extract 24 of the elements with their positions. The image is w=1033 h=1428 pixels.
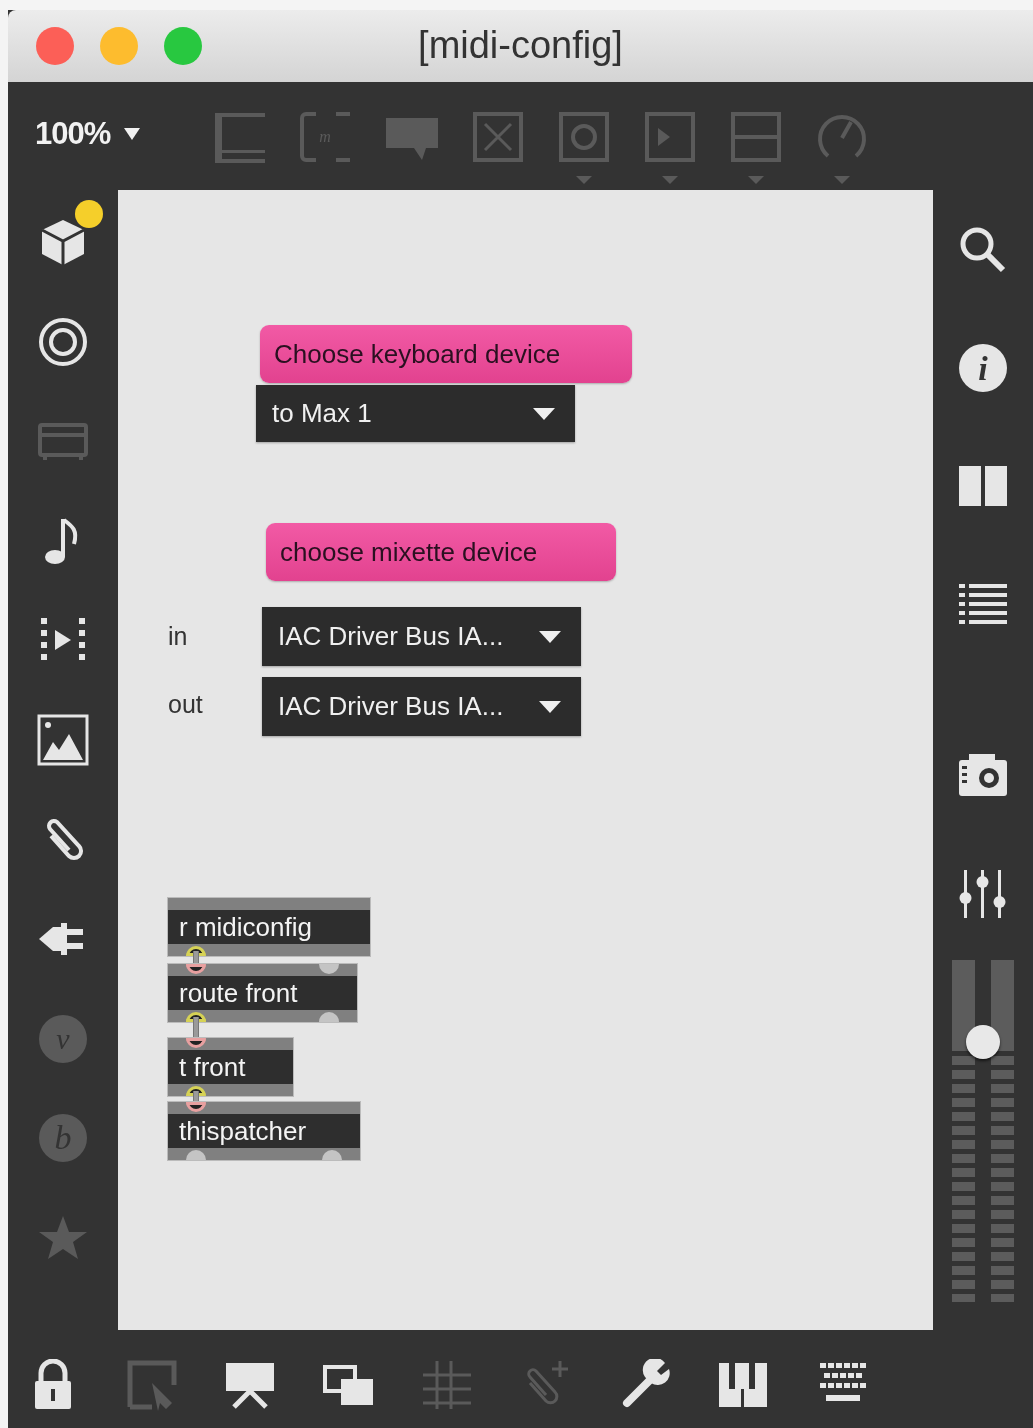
info-icon[interactable]: i bbox=[957, 342, 1009, 394]
window-title: [midi-config] bbox=[418, 24, 623, 66]
inlet-port[interactable] bbox=[186, 964, 206, 974]
caret-icon bbox=[533, 407, 555, 420]
target-icon[interactable] bbox=[37, 315, 89, 368]
object-box[interactable]: r midiconfig bbox=[167, 897, 371, 957]
object-box[interactable]: t front bbox=[167, 1037, 294, 1097]
message-button[interactable]: choose mixette device bbox=[266, 523, 616, 581]
caret-icon bbox=[539, 630, 561, 643]
caret-icon bbox=[124, 128, 141, 140]
inlet-port[interactable] bbox=[186, 1038, 206, 1048]
message-button[interactable]: Choose keyboard device bbox=[260, 325, 632, 383]
dropdown-menu[interactable]: to Max 1 bbox=[256, 385, 575, 442]
object-box[interactable]: route front bbox=[167, 963, 358, 1023]
caret-icon bbox=[539, 700, 561, 713]
image-icon[interactable] bbox=[37, 713, 89, 766]
comment-label: in bbox=[168, 622, 188, 651]
zoom-menu[interactable]: 100% bbox=[35, 110, 212, 158]
volume-slider[interactable] bbox=[952, 960, 1014, 1302]
dropdown-menu[interactable]: IAC Driver Bus IA... bbox=[262, 677, 581, 736]
comment-label: out bbox=[168, 690, 203, 719]
object-box[interactable]: thispatcher bbox=[167, 1101, 361, 1161]
inlet-port[interactable] bbox=[186, 1102, 206, 1112]
dropdown-menu[interactable]: IAC Driver Bus IA... bbox=[262, 607, 581, 666]
